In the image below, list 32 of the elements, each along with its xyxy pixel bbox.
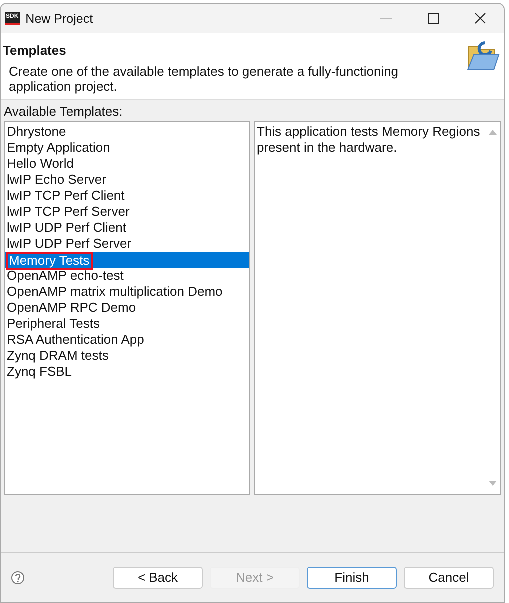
- dialog-button[interactable]: < Back: [113, 566, 203, 588]
- template-item[interactable]: Zynq DRAM tests: [5, 348, 249, 364]
- template-item[interactable]: lwIP UDP Perf Server: [5, 236, 249, 252]
- template-item[interactable]: lwIP TCP Perf Client: [5, 188, 249, 204]
- dialog-button[interactable]: Cancel: [404, 566, 494, 588]
- template-item[interactable]: Dhrystone: [5, 124, 249, 140]
- close-icon[interactable]: [475, 13, 486, 24]
- highlight-outline: Memory Tests: [6, 252, 93, 270]
- template-item[interactable]: OpenAMP RPC Demo: [5, 300, 249, 316]
- template-item[interactable]: lwIP TCP Perf Server: [5, 204, 249, 220]
- page-description: Create one of the available templates to generate a fully-functioning application project.: [8, 63, 400, 94]
- template-item[interactable]: RSA Authentication App: [5, 332, 249, 348]
- minimize-icon[interactable]: [380, 18, 392, 20]
- template-item[interactable]: OpenAMP matrix multiplication Demo: [5, 284, 249, 300]
- template-item[interactable]: OpenAMP echo-test: [5, 268, 249, 284]
- template-item[interactable]: Zynq FSBL: [5, 364, 249, 380]
- template-item[interactable]: Hello World: [5, 156, 249, 172]
- template-item[interactable]: Memory Tests: [5, 252, 249, 268]
- window-title: New Project: [26, 12, 94, 26]
- dialog-button[interactable]: Finish: [307, 566, 397, 588]
- template-item[interactable]: Peripheral Tests: [5, 316, 249, 332]
- page-title: Templates: [3, 43, 68, 58]
- maximize-icon[interactable]: [428, 13, 439, 24]
- templates-label: Available Templates:: [4, 104, 124, 119]
- template-item[interactable]: lwIP UDP Perf Client: [5, 220, 249, 236]
- scroll-down-icon[interactable]: [488, 481, 496, 486]
- template-description: This application tests Memory Regions present in the hardware.: [256, 123, 482, 157]
- template-item[interactable]: lwIP Echo Server: [5, 172, 249, 188]
- template-item[interactable]: Empty Application: [5, 140, 249, 156]
- help-icon[interactable]: [11, 570, 25, 584]
- scroll-up-icon[interactable]: [488, 130, 496, 135]
- folder-icon: [466, 39, 500, 73]
